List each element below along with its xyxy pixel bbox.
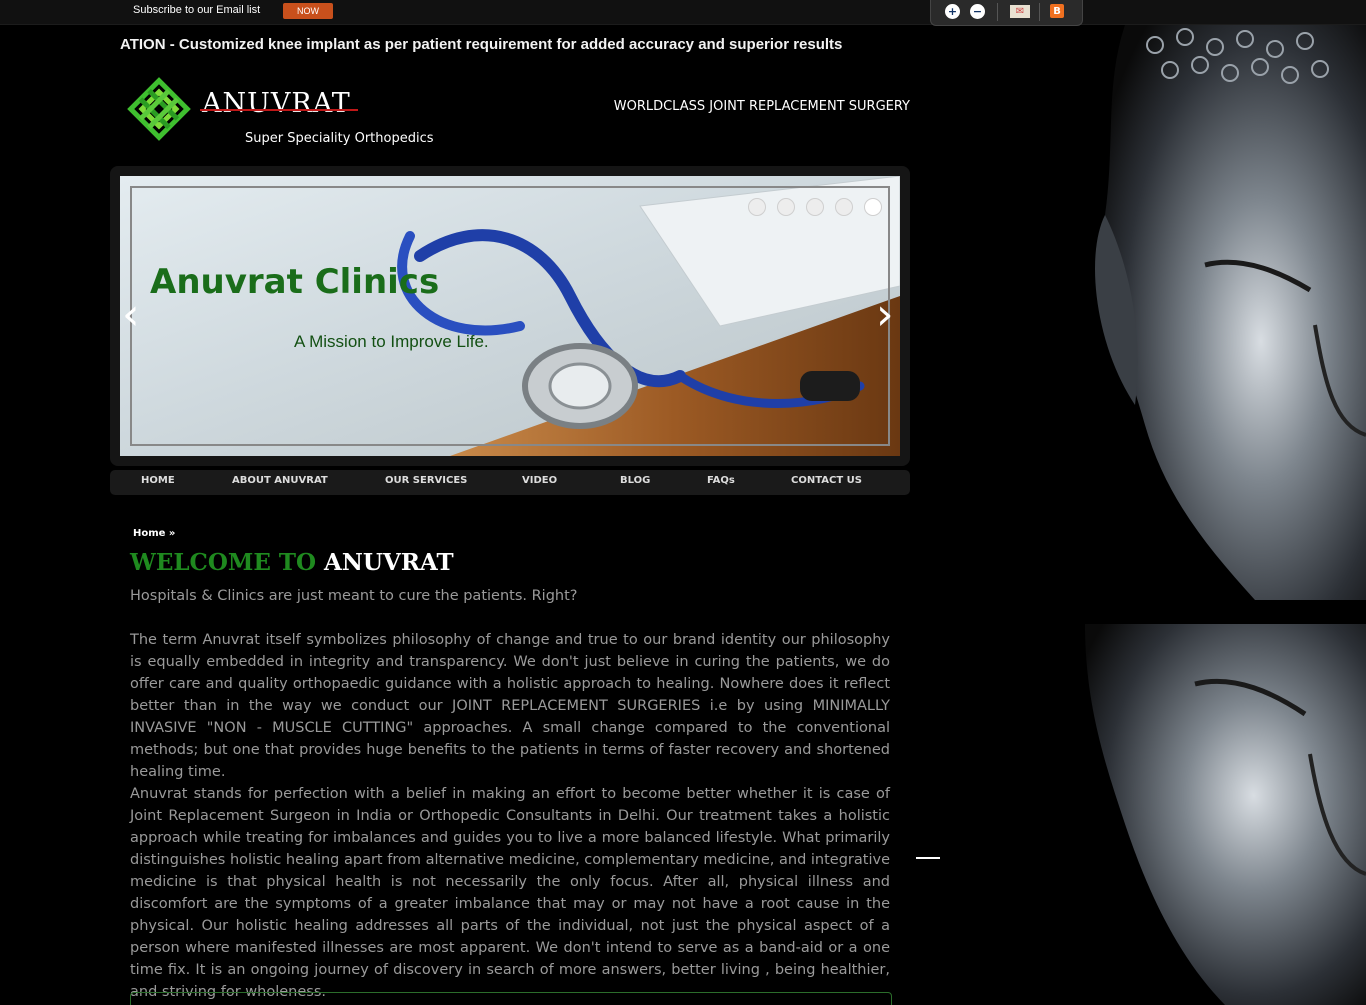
slider-dot-5[interactable]: [864, 198, 882, 216]
toolbox-divider: [997, 3, 998, 21]
nav-about[interactable]: ABOUT ANUVRAT: [232, 475, 328, 486]
zoom-out-icon[interactable]: −: [970, 4, 985, 19]
slider-dot-1[interactable]: [748, 198, 766, 216]
paragraph-philosophy: The term Anuvrat itself symbolizes philo…: [130, 632, 890, 780]
bottom-green-box: [130, 992, 892, 1005]
toolbox: + − ✉ B: [930, 0, 1083, 26]
nav-blog[interactable]: BLOG: [620, 475, 650, 486]
page-title-white: ANUVRAT: [324, 549, 454, 576]
slider-dot-3[interactable]: [806, 198, 824, 216]
slide-subtitle: A Mission to Improve Life.: [294, 332, 489, 351]
mail-icon[interactable]: ✉: [1010, 5, 1030, 18]
logo-underline: [200, 109, 358, 111]
decorative-dash: [916, 857, 940, 859]
nav-faqs[interactable]: FAQs: [707, 475, 735, 486]
header-tagline: WORLDCLASS JOINT REPLACEMENT SURGERY: [613, 99, 910, 114]
news-marquee[interactable]: ATION - Customized knee implant as per p…: [120, 36, 920, 58]
page-title-green: WELCOME TO: [130, 549, 317, 576]
nav-home[interactable]: HOME: [141, 475, 175, 486]
breadcrumb[interactable]: Home »: [133, 528, 175, 539]
nav-services[interactable]: OUR SERVICES: [385, 475, 467, 486]
slide-inner-border: [130, 186, 890, 446]
nav-contact[interactable]: CONTACT US: [791, 475, 862, 486]
endless-knot-logo-icon[interactable]: [121, 77, 197, 141]
subscribe-text: Subscribe to our Email list: [133, 4, 261, 16]
logo-name[interactable]: ANUVRAT: [202, 88, 351, 119]
subscribe-now-button[interactable]: NOW: [283, 3, 333, 19]
slide-title: Anuvrat Clinics: [150, 262, 440, 302]
buddha-statue-image: [1085, 624, 1366, 1005]
logo-tagline: Super Speciality Orthopedics: [245, 131, 434, 146]
top-bar: Subscribe to our Email list NOW + − ✉ B: [0, 0, 1366, 26]
slider-dot-4[interactable]: [835, 198, 853, 216]
page-title: WELCOME TO ANUVRAT: [130, 549, 454, 576]
buddha-statue-image: [1085, 25, 1366, 600]
toolbox-divider: [1039, 3, 1040, 21]
intro-text: Hospitals & Clinics are just meant to cu…: [130, 588, 578, 604]
paragraph-perfection: Anuvrat stands for perfection with a bel…: [130, 786, 890, 1000]
nav-video[interactable]: VIDEO: [522, 475, 557, 486]
blogger-icon[interactable]: B: [1050, 4, 1064, 18]
main-nav: HOME ABOUT ANUVRAT OUR SERVICES VIDEO BL…: [110, 470, 910, 495]
slider-dot-2[interactable]: [777, 198, 795, 216]
slider-next-arrow-icon[interactable]: ›: [876, 292, 894, 338]
zoom-in-icon[interactable]: +: [945, 4, 960, 19]
slider-prev-arrow-icon[interactable]: ‹: [122, 292, 140, 338]
